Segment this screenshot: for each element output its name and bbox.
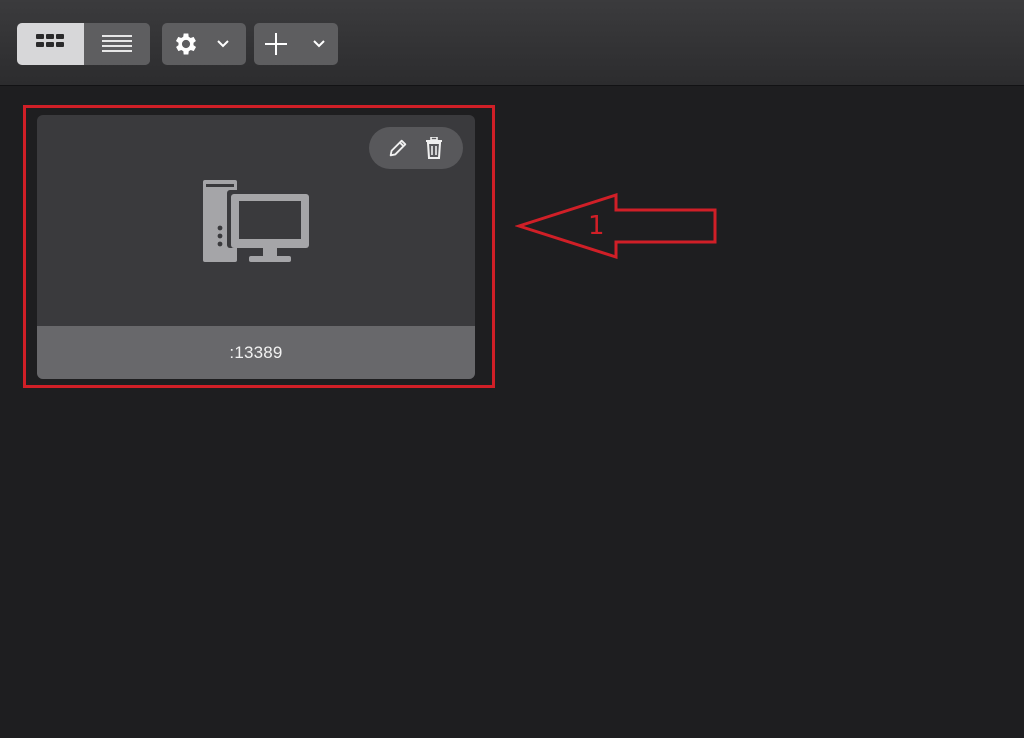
toolbar (0, 0, 1024, 86)
gear-icon (172, 30, 200, 58)
list-view-button[interactable] (83, 23, 150, 65)
list-view-icon (101, 34, 132, 54)
annotation-number: 1 (588, 211, 605, 241)
chevron-down-icon (312, 39, 326, 49)
grid-view-icon (36, 34, 65, 54)
settings-menu-button[interactable] (162, 23, 246, 65)
plus-icon (264, 32, 288, 56)
chevron-down-icon (216, 39, 230, 49)
annotation-arrow-icon (515, 193, 717, 259)
grid-view-button[interactable] (17, 23, 84, 65)
add-menu-button[interactable] (254, 23, 338, 65)
annotation-highlight-box (23, 105, 495, 388)
view-toggle (17, 23, 150, 65)
connections-area: :13389 1 (0, 86, 1024, 738)
